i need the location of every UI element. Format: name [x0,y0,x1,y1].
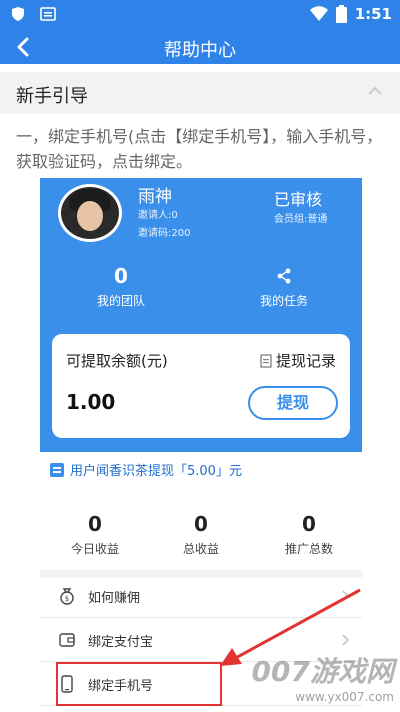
watermark-url: www.yx007.com [295,690,394,704]
notice-bar: 用户闻香识茶提现「5.00」元 [50,460,242,479]
task-label[interactable]: 我的任务 [244,292,324,309]
wallet-title: 可提取余额(元) [66,352,168,370]
wifi-icon [309,6,328,21]
member-group: 会员组:普通 [274,214,328,225]
inviter-text: 邀请人:0 [138,210,178,221]
total-earnings-value: 0 [194,512,208,536]
document-icon [260,353,272,368]
page-title: 帮助中心 [164,40,236,61]
profile-header: 雨神 邀请人:0 邀请码:200 已审核 会员组:普通 0 我的团队 我的任务 … [40,178,362,452]
withdraw-record-link[interactable]: 提现记录 [260,350,336,371]
notice-text: 用户闻香识茶提现「5.00」元 [70,464,242,479]
menu-label: 如何赚佣 [88,591,141,606]
highlight-box [56,662,222,706]
withdraw-button[interactable]: 提现 [248,386,338,420]
wallet-icon [59,633,75,647]
today-earnings-label: 今日收益 [70,542,119,556]
section-title: 新手引导 [16,86,88,107]
watermark: 007游戏网 www.yx007.com [252,650,394,704]
team-label[interactable]: 我的团队 [81,292,161,309]
today-earnings-value: 0 [88,512,102,536]
announcement-icon [50,462,64,477]
share-icon[interactable] [276,268,292,284]
total-earnings-label: 总收益 [182,542,219,556]
money-bag-icon: $ [60,588,74,605]
promotion-total-label: 推广总数 [284,542,333,556]
user-name: 雨神 [138,187,172,207]
guide-intro-text: 一，绑定手机号(点击【绑定手机号】，输入手机号，获取验证码，点击绑定。 [16,127,383,171]
invite-code-text: 邀请码:200 [138,228,191,239]
app-bar: 帮助中心 [0,30,400,64]
watermark-brand: 007游戏网 [251,655,394,688]
battery-icon [335,5,347,23]
section-header-guide[interactable]: 新手引导 [0,72,400,114]
status-bar: 1:51 [0,0,400,30]
wallet-amount: 1.00 [66,390,116,414]
status-time: 1:51 [354,5,392,23]
svg-text:$: $ [65,595,69,603]
team-count: 0 [114,264,128,288]
shield-icon [12,7,24,21]
notification-icon [40,7,56,21]
wallet-card: 可提取余额(元) 提现记录 1.00 提现 [52,334,350,438]
promotion-total-value: 0 [302,512,316,536]
guide-screenshot: 雨神 邀请人:0 邀请码:200 已审核 会员组:普通 0 我的团队 我的任务 … [40,178,362,712]
verify-status: 已审核 [274,190,323,209]
avatar [58,184,122,242]
chevron-up-icon[interactable] [368,86,382,96]
withdraw-record-label: 提现记录 [275,352,336,370]
menu-label: 绑定支付宝 [88,635,154,650]
